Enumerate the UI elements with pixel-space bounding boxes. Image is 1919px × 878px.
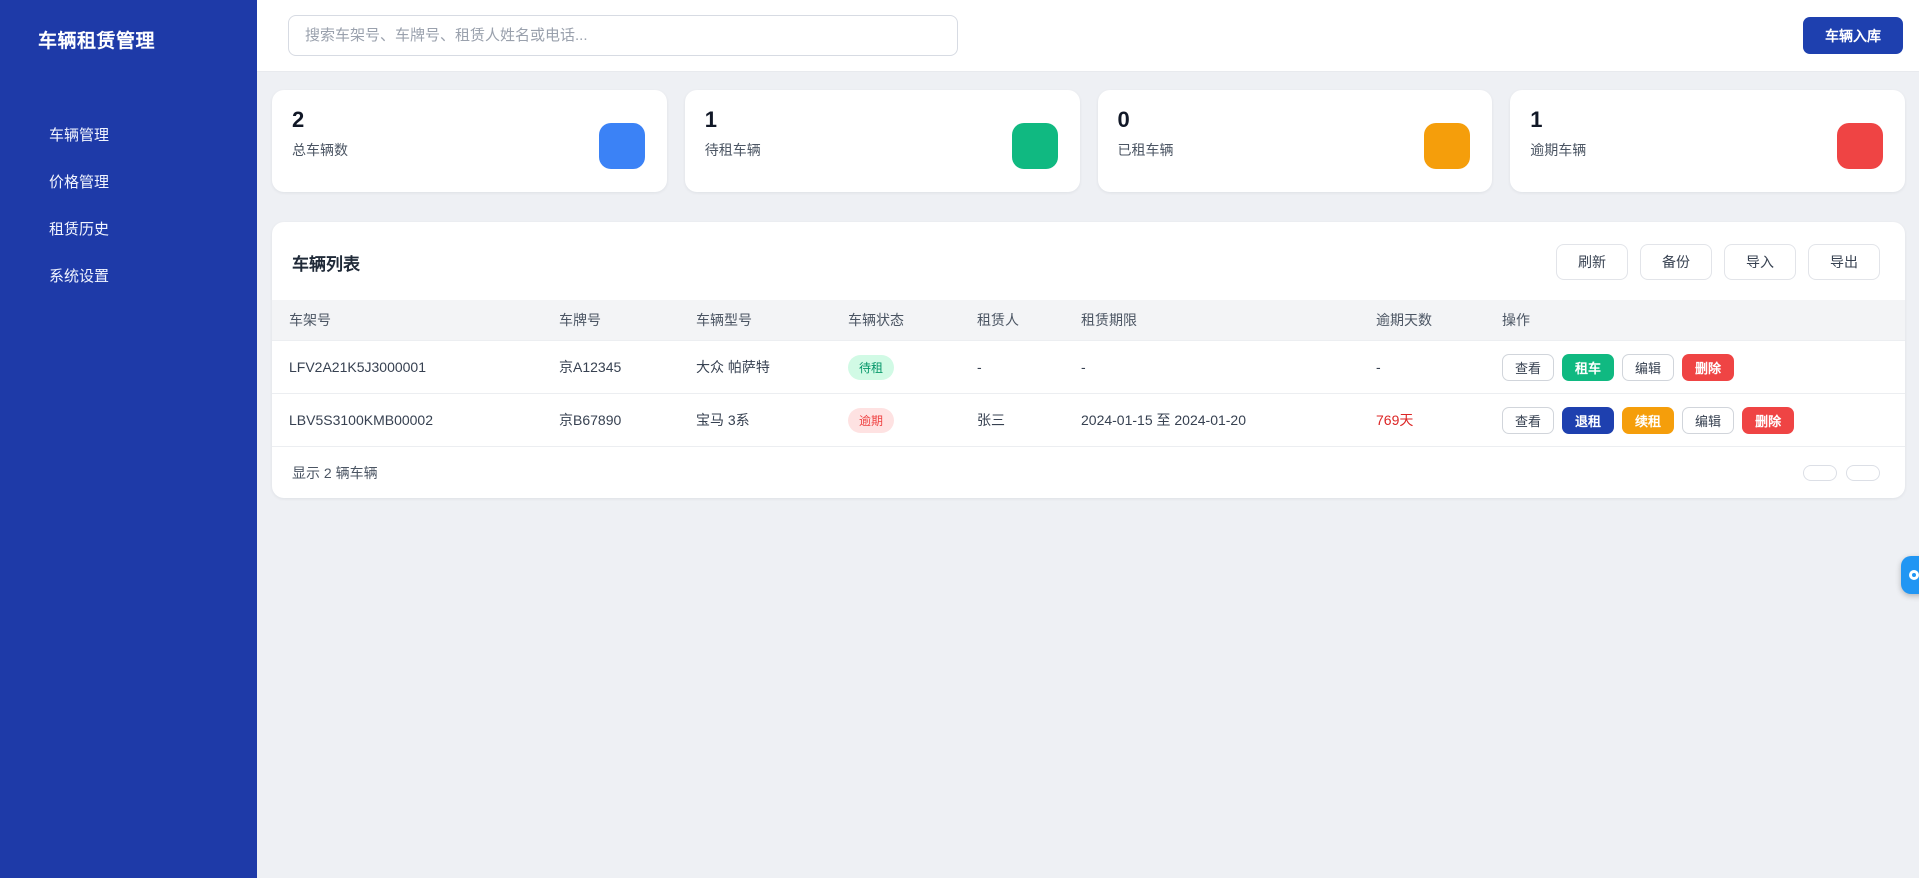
list-footer: 显示 2 辆车辆 [272, 446, 1905, 498]
col-header-period: 租赁期限 [1081, 312, 1137, 328]
status-badge: 逾期 [848, 407, 895, 433]
renter-cell: - [977, 359, 982, 375]
sidebar-item-label: 车辆管理 [49, 127, 110, 144]
floating-widget-button[interactable] [1901, 556, 1919, 594]
row-actions: 查看 租车 编辑 删除 [1502, 353, 1905, 381]
table-header-row: 车架号 车牌号 车辆型号 车辆状态 租赁人 租赁期限 逾期天数 操作 [272, 300, 1905, 340]
rent-button[interactable]: 租车 [1562, 353, 1615, 381]
col-header-vin: 车架号 [289, 312, 331, 328]
ring-icon [1909, 570, 1919, 580]
plate-cell: 京A12345 [559, 359, 622, 375]
overdue-days-cell: 769天 [1376, 412, 1414, 428]
app-root: 车辆租赁管理 车辆管理 价格管理 租赁历史 系统设置 车辆入库 [0, 0, 1919, 878]
sidebar-item-label: 租赁历史 [49, 221, 110, 238]
actions-cell: 查看 退租 续租 编辑 删除 [1485, 406, 1905, 434]
content: 2 总车辆数 1 待租车辆 0 已租车辆 1 逾期车辆 车辆列表 刷新 备份 导… [257, 72, 1919, 498]
col-header-status: 车辆状态 [848, 312, 904, 328]
stat-text: 1 待租车辆 [705, 106, 761, 192]
delete-button[interactable]: 删除 [1682, 353, 1735, 381]
pagination [1803, 464, 1880, 481]
overdue-vehicles-icon [1837, 123, 1883, 169]
stat-text: 1 逾期车辆 [1530, 106, 1586, 192]
pagination-next-button[interactable] [1846, 464, 1880, 481]
topbar: 车辆入库 [257, 0, 1919, 72]
col-header-model: 车辆型号 [696, 312, 752, 328]
stat-card-available: 1 待租车辆 [684, 90, 1080, 192]
row-actions: 查看 退租 续租 编辑 删除 [1502, 406, 1905, 434]
total-vehicles-icon [598, 123, 645, 169]
table-row: LBV5S3100KMB00002 京B67890 宝马 3系 逾期 张三 20… [272, 393, 1905, 446]
rented-vehicles-icon [1424, 123, 1471, 169]
stat-text: 2 总车辆数 [292, 106, 348, 192]
period-cell: - [1081, 359, 1086, 375]
stat-label: 总车辆数 [292, 141, 348, 158]
return-button[interactable]: 退租 [1562, 406, 1615, 434]
stat-value: 1 [704, 107, 717, 132]
sidebar: 车辆租赁管理 车辆管理 价格管理 租赁历史 系统设置 [0, 0, 257, 878]
status-badge: 待租 [848, 354, 895, 380]
stat-card-rented: 0 已租车辆 [1097, 90, 1493, 192]
renter-cell: 张三 [977, 412, 1005, 428]
renew-button[interactable]: 续租 [1622, 406, 1675, 434]
period-cell: 2024-01-15 至 2024-01-20 [1081, 412, 1247, 428]
vehicle-table: 车架号 车牌号 车辆型号 车辆状态 租赁人 租赁期限 逾期天数 操作 LFV2A… [272, 300, 1905, 446]
edit-button[interactable]: 编辑 [1622, 353, 1675, 381]
col-header-plate: 车牌号 [559, 312, 601, 328]
row-count-text: 显示 2 辆车辆 [292, 464, 378, 481]
stat-label: 已租车辆 [1117, 141, 1174, 158]
refresh-button[interactable]: 刷新 [1556, 244, 1628, 280]
export-button[interactable]: 导出 [1808, 244, 1880, 280]
col-header-overdue-days: 逾期天数 [1376, 312, 1432, 328]
stat-value: 0 [1117, 107, 1130, 132]
model-cell: 宝马 3系 [696, 412, 750, 428]
stat-label: 逾期车辆 [1530, 141, 1587, 158]
sidebar-item-label: 系统设置 [49, 268, 110, 285]
sidebar-menu: 车辆管理 价格管理 租赁历史 系统设置 [0, 111, 257, 299]
sidebar-item-price-management[interactable]: 价格管理 [0, 158, 257, 205]
list-header: 车辆列表 刷新 备份 导入 导出 [272, 222, 1905, 300]
app-title: 车辆租赁管理 [38, 31, 156, 52]
view-button[interactable]: 查看 [1502, 353, 1555, 381]
model-cell: 大众 帕萨特 [696, 359, 770, 375]
sidebar-item-rental-history[interactable]: 租赁历史 [0, 205, 257, 252]
status-cell: 逾期 [831, 407, 960, 433]
vin-cell: LBV5S3100KMB00002 [289, 412, 433, 428]
view-button[interactable]: 查看 [1502, 406, 1555, 434]
backup-button[interactable]: 备份 [1640, 244, 1712, 280]
stat-value: 1 [1530, 107, 1543, 132]
search-input[interactable] [288, 15, 958, 56]
vin-cell: LFV2A21K5J3000001 [289, 359, 426, 375]
delete-button[interactable]: 删除 [1742, 406, 1795, 434]
vehicle-list-card: 车辆列表 刷新 备份 导入 导出 车架号 车牌号 车辆型号 车辆状态 租赁人 租… [272, 222, 1905, 498]
plate-cell: 京B67890 [559, 412, 622, 428]
stat-cards: 2 总车辆数 1 待租车辆 0 已租车辆 1 逾期车辆 [272, 90, 1905, 192]
stat-label: 待租车辆 [704, 141, 761, 158]
list-toolbar: 刷新 备份 导入 导出 [1556, 244, 1880, 280]
pagination-prev-button[interactable] [1803, 464, 1837, 481]
col-header-renter: 租赁人 [977, 312, 1019, 328]
col-header-actions: 操作 [1502, 312, 1530, 328]
sidebar-item-label: 价格管理 [49, 174, 110, 191]
sidebar-item-vehicle-management[interactable]: 车辆管理 [0, 111, 257, 158]
stat-card-total: 2 总车辆数 [272, 90, 667, 192]
edit-button[interactable]: 编辑 [1682, 406, 1735, 434]
sidebar-item-system-settings[interactable]: 系统设置 [0, 252, 257, 299]
main-area: 车辆入库 2 总车辆数 1 待租车辆 [257, 0, 1919, 878]
actions-cell: 查看 租车 编辑 删除 [1485, 353, 1905, 381]
stat-card-overdue: 1 逾期车辆 [1510, 90, 1905, 192]
stat-value: 2 [292, 107, 305, 132]
available-vehicles-icon [1011, 123, 1058, 169]
import-button[interactable]: 导入 [1724, 244, 1796, 280]
table-row: LFV2A21K5J3000001 京A12345 大众 帕萨特 待租 - - … [272, 340, 1905, 393]
vehicle-intake-button[interactable]: 车辆入库 [1803, 17, 1903, 54]
overdue-days-cell: - [1376, 359, 1381, 375]
status-cell: 待租 [831, 354, 960, 380]
stat-text: 0 已租车辆 [1118, 106, 1174, 192]
list-title: 车辆列表 [292, 254, 360, 274]
